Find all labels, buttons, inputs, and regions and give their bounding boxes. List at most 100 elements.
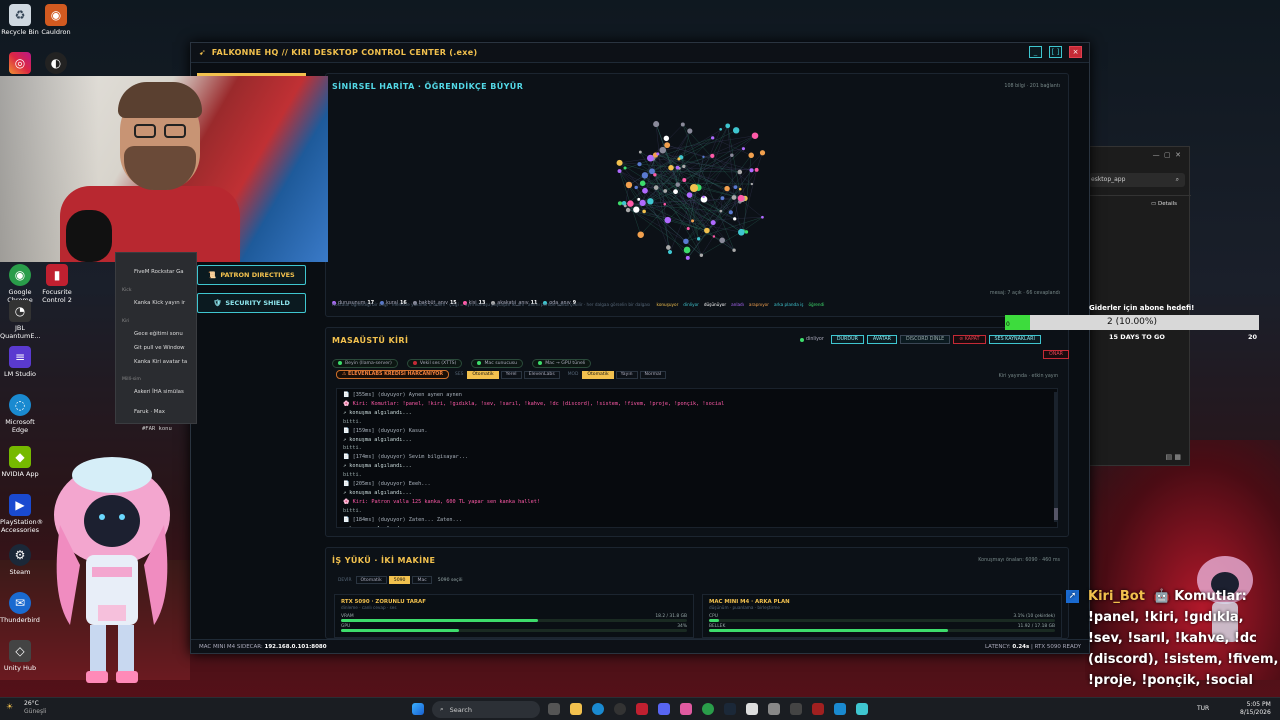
opera-icon[interactable]	[636, 703, 648, 715]
menu-item[interactable]: FiveM Rockstar Ga	[134, 269, 184, 275]
graph-node[interactable]	[732, 127, 740, 134]
graph-node[interactable]	[623, 204, 627, 208]
chip-brain[interactable]: Beyin (llama-server)	[332, 358, 398, 368]
voice-auto-toggle[interactable]: Otomatik	[467, 370, 499, 379]
app-icon-a[interactable]	[746, 703, 758, 715]
graph-core-node[interactable]	[690, 184, 698, 192]
app-icon[interactable]	[680, 703, 692, 715]
voice-elevenlabs-toggle[interactable]: ElevenLabs	[523, 370, 560, 379]
devir-auto-toggle[interactable]: Otomatik	[355, 576, 387, 584]
graph-node[interactable]	[733, 217, 737, 221]
graph-node[interactable]	[634, 185, 638, 190]
graph-node[interactable]	[710, 220, 716, 226]
graph-node[interactable]	[720, 196, 725, 201]
graph-node[interactable]	[719, 127, 723, 131]
graph-node[interactable]	[699, 253, 704, 257]
graph-node[interactable]	[663, 135, 670, 142]
graph-node[interactable]	[653, 121, 660, 128]
graph-node[interactable]	[732, 248, 736, 252]
graph-node[interactable]	[711, 136, 715, 140]
graph-node[interactable]	[616, 159, 623, 166]
graph-node[interactable]	[686, 192, 693, 198]
log-scrollbar[interactable]	[1054, 392, 1058, 522]
chip-proxy-voice[interactable]: Vekil ses (XTTS)	[406, 358, 463, 368]
app-icon-d[interactable]	[812, 703, 824, 715]
graph-node[interactable]	[719, 237, 726, 244]
graph-node[interactable]	[625, 181, 633, 189]
language-indicator[interactable]: TUR	[1197, 705, 1209, 712]
graph-node[interactable]	[683, 238, 689, 245]
stop-button[interactable]: DURDUR	[830, 335, 864, 344]
graph-node[interactable]	[675, 165, 680, 170]
graph-node[interactable]	[673, 189, 678, 195]
devir-5090-toggle[interactable]: 5090	[388, 576, 411, 584]
devir-mac-toggle[interactable]: Mac	[412, 576, 432, 584]
graph-node[interactable]	[641, 172, 649, 179]
mode-stream-toggle[interactable]: Yayın	[615, 370, 638, 379]
graph-node[interactable]	[625, 207, 631, 213]
chrome-icon[interactable]	[702, 703, 714, 715]
menu-item[interactable]: Git pull ve Window	[134, 345, 185, 351]
graph-node[interactable]	[754, 167, 759, 172]
graph-node[interactable]	[737, 169, 743, 175]
graph-node[interactable]	[728, 210, 733, 215]
task-view-icon[interactable]	[548, 703, 560, 715]
graph-node[interactable]	[759, 150, 766, 156]
obs-icon[interactable]	[614, 703, 626, 715]
shutdown-button[interactable]: ⊘ KAPAT	[953, 335, 986, 344]
desktop-icon-focusrite[interactable]: ▮ Focusrite Control 2	[36, 264, 78, 304]
graph-node[interactable]	[702, 195, 705, 199]
menu-item-user[interactable]: Faruk · Max	[134, 409, 165, 415]
graph-node[interactable]	[710, 153, 715, 159]
graph-node[interactable]	[751, 132, 759, 140]
details-button[interactable]: ▭ Details	[1151, 201, 1177, 207]
graph-node[interactable]	[702, 155, 705, 159]
graph-node[interactable]	[738, 187, 742, 191]
graph-node[interactable]	[667, 249, 673, 255]
graph-node[interactable]	[617, 169, 622, 174]
app-icon-e[interactable]	[834, 703, 846, 715]
chip-mac-server[interactable]: Mac sunucusu	[471, 358, 524, 368]
graph-node[interactable]	[731, 195, 737, 200]
desktop-icon-jbl[interactable]: ◔ JBL QuantumE...	[0, 300, 41, 340]
avatar-button[interactable]: AVATAR	[866, 335, 897, 344]
graph-node[interactable]	[677, 157, 681, 161]
graph-node[interactable]	[663, 189, 668, 193]
kiri-app-icon[interactable]	[856, 703, 868, 715]
graph-node[interactable]	[647, 198, 654, 205]
context-menu[interactable]: FiveM Rockstar Ga Kick Kanka Kick yayın …	[115, 252, 197, 424]
desktop-icon-recycle-bin[interactable]: ♻ Recycle Bin	[0, 4, 40, 36]
graph-node[interactable]	[719, 209, 723, 213]
explorer-address-bar[interactable]: esktop_app ⌕	[1089, 173, 1185, 187]
graph-node[interactable]	[642, 209, 646, 214]
graph-node[interactable]	[647, 154, 654, 162]
repair-button[interactable]: ONAR	[1043, 350, 1069, 359]
neural-graph[interactable]	[596, 96, 796, 276]
desktop-icon-nvidia[interactable]: ◆ NVIDIA App	[0, 446, 40, 478]
view-toggle-icon[interactable]: ▤ ▦	[1166, 453, 1181, 461]
graph-node[interactable]	[656, 152, 660, 156]
graph-node[interactable]	[725, 123, 731, 129]
desktop-icon-lm-studio[interactable]: ≡ LM Studio	[0, 346, 40, 378]
graph-node[interactable]	[664, 216, 672, 224]
graph-node[interactable]	[712, 235, 716, 238]
title-bar[interactable]: ➹ FALKONNE HQ // KIRI DESKTOP CONTROL CE…	[191, 43, 1089, 63]
menu-item[interactable]: Askeri İHA simülas	[134, 389, 184, 395]
graph-node[interactable]	[653, 185, 659, 190]
graph-node[interactable]	[682, 164, 686, 169]
voice-local-toggle[interactable]: Yerel	[500, 370, 522, 379]
maximize-button[interactable]: [ ]	[1049, 46, 1062, 58]
steam-icon[interactable]	[724, 703, 736, 715]
graph-node[interactable]	[639, 180, 646, 187]
graph-node[interactable]	[680, 122, 685, 127]
graph-node[interactable]	[637, 231, 644, 238]
graph-node[interactable]	[724, 185, 730, 192]
graph-node[interactable]	[637, 162, 642, 167]
graph-node[interactable]	[653, 173, 657, 177]
graph-node[interactable]	[637, 197, 641, 201]
menu-item[interactable]: Kanka Kiri avatar ta	[134, 359, 187, 365]
graph-node[interactable]	[687, 128, 693, 134]
desktop-icon-playstation[interactable]: ▶ PlayStation® Accessories	[0, 494, 43, 534]
start-button[interactable]	[412, 703, 424, 715]
desktop-icon-obs[interactable]: ◐	[36, 52, 76, 76]
